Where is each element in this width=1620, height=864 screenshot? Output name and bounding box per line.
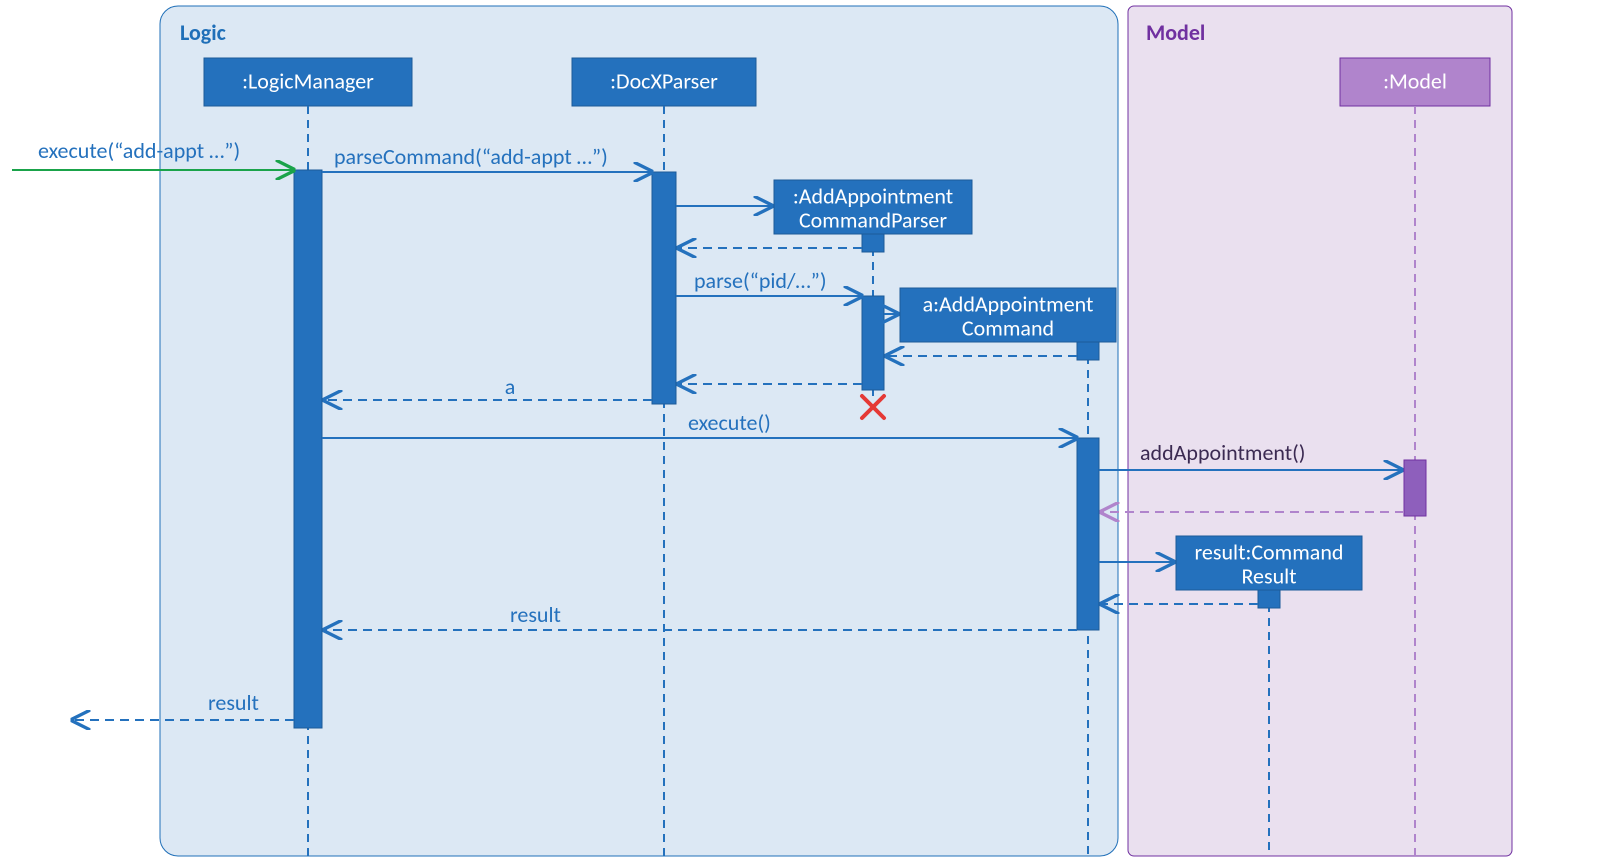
activation-logic-manager <box>294 170 322 728</box>
frame-model <box>1128 6 1512 856</box>
svg-text::AddAppointment: :AddAppointment <box>793 182 953 209</box>
svg-text:Command: Command <box>962 314 1054 341</box>
activation-addappt-parser-create <box>862 234 884 252</box>
activation-cmdresult-create <box>1258 590 1280 608</box>
msg-return-result-out-label: result <box>208 689 259 716</box>
activation-docx-parser <box>652 172 676 404</box>
svg-text::Model: :Model <box>1383 67 1447 94</box>
activation-addappt-cmd-create <box>1077 342 1099 360</box>
msg-parse-command-label: parseCommand(“add-appt …”) <box>334 143 608 170</box>
lifeline-model: :Model <box>1340 58 1490 106</box>
msg-return-a-label: a <box>505 373 516 400</box>
msg-parse-label: parse(“pid/…”) <box>694 267 827 294</box>
svg-text:CommandParser: CommandParser <box>799 206 947 233</box>
activation-addappt-cmd-execute <box>1077 438 1099 630</box>
msg-execute-label: execute() <box>688 409 771 436</box>
svg-text::DocXParser: :DocXParser <box>610 67 718 94</box>
lifeline-command-result: result:Command Result <box>1176 536 1362 590</box>
activation-model <box>1404 460 1426 516</box>
msg-return-result-lm-label: result <box>510 601 561 628</box>
activation-addappt-parser-parse <box>862 296 884 390</box>
lifeline-docx-parser: :DocXParser <box>572 58 756 106</box>
svg-text:result:Command: result:Command <box>1195 538 1344 565</box>
svg-text::LogicManager: :LogicManager <box>242 67 374 94</box>
svg-text:a:AddAppointment: a:AddAppointment <box>923 290 1094 317</box>
lifeline-addappt-parser: :AddAppointment CommandParser <box>774 180 972 234</box>
msg-add-appointment-label: addAppointment() <box>1140 439 1305 466</box>
lifeline-addappt-command: a:AddAppointment Command <box>900 288 1116 342</box>
msg-entry-label: execute(“add-appt …”) <box>38 137 240 164</box>
frame-logic-title: Logic <box>180 19 226 46</box>
frame-model-title: Model <box>1146 19 1205 46</box>
svg-text:Result: Result <box>1241 562 1296 589</box>
lifeline-logic-manager: :LogicManager <box>204 58 412 106</box>
